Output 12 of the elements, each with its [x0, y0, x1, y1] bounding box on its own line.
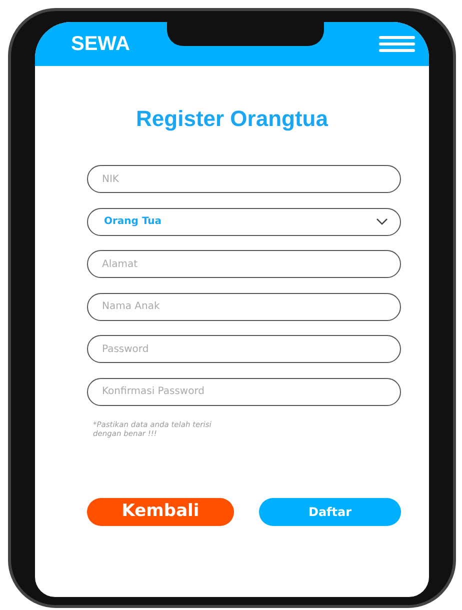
page-title: Register Orangtua	[136, 105, 328, 133]
input-field[interactable]: Alamat	[87, 250, 401, 278]
back-button[interactable]: Kembali	[87, 498, 234, 526]
input-field[interactable]: Password	[87, 335, 401, 363]
input-field[interactable]: Nama Anak	[87, 292, 401, 320]
menu-icon[interactable]	[379, 36, 415, 52]
role-dropdown[interactable]: Orang Tua	[87, 208, 401, 236]
register-button[interactable]: Daftar	[259, 498, 401, 526]
chevron-down-icon	[376, 218, 388, 225]
input-field[interactable]: NIK	[87, 165, 401, 193]
brand-logo: SEWA	[71, 32, 130, 57]
input-field[interactable]: Konfirmasi Password	[87, 378, 401, 406]
